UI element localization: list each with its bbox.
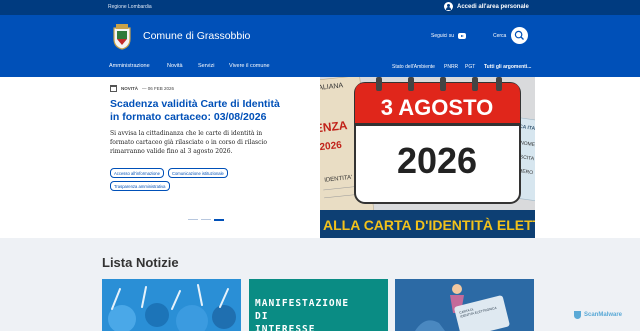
card2-line-1: MANIFESTAZIONE	[255, 298, 350, 309]
shield-icon	[574, 311, 581, 319]
news-card-2-text: MANIFESTAZIONE DI INTERESSE	[255, 297, 349, 331]
search-button[interactable]	[511, 27, 528, 44]
search-label: Cerca	[493, 33, 507, 39]
calendar-year: 2026	[397, 140, 477, 181]
nav-servizi[interactable]: Servizi	[198, 63, 215, 69]
site-header: Comune di Grassobbio Seguici su Cerca Am…	[0, 15, 640, 77]
youtube-icon[interactable]	[458, 33, 467, 39]
user-icon	[444, 2, 453, 11]
municipal-crest-icon[interactable]	[111, 22, 133, 50]
news-card-image	[102, 279, 241, 331]
news-card-image: CARTA DI IDENTITA ELETTRONICA	[395, 279, 534, 331]
card2-line-3: INTERESSE	[255, 324, 316, 331]
follow-label: Seguici su	[431, 33, 455, 39]
news-card[interactable]: CARTA DI IDENTITA ELETTRONICA	[395, 279, 534, 331]
hero-headline[interactable]: Scadenza validità Carte di Identità in f…	[110, 98, 280, 124]
news-date: — 06 FEB 2026	[142, 86, 175, 91]
nav-stato-ambiente[interactable]: Stato dell'Ambiente	[392, 64, 435, 70]
login-button[interactable]: Accedi all'area personale	[444, 2, 529, 11]
scanmalware-watermark: ScanMalware	[574, 311, 622, 319]
nav-vivere-il-comune[interactable]: Vivere il comune	[229, 63, 270, 69]
top-utility-bar: Regione Lombardia Accedi all'area person…	[0, 0, 640, 15]
login-label: Accedi all'area personale	[457, 3, 529, 10]
calendar-date-line: 3 AGOSTO	[381, 95, 493, 120]
search-icon	[514, 30, 524, 40]
news-card[interactable]: MANIFESTAZIONE DI INTERESSE	[249, 279, 388, 331]
nav-novita[interactable]: Novità	[167, 63, 183, 69]
news-tag: NOVITÀ	[121, 86, 139, 91]
nav-pnrr[interactable]: PNRR	[444, 64, 458, 70]
news-card[interactable]	[102, 279, 241, 331]
hero-image-banner: ALLA CARTA D'IDENTITÀ ELETTR	[323, 217, 535, 233]
chip-comunicazione-istituzionale[interactable]: Comunicazione istituzionale	[167, 168, 228, 178]
nav-all-topics[interactable]: Tutti gli argomenti...	[484, 64, 531, 70]
hero-summary: Si avvisa la cittadinanza che le carte d…	[110, 130, 268, 155]
carousel-dot[interactable]	[201, 219, 211, 220]
topic-chips: Accesso all'informazione Comunicazione i…	[110, 168, 260, 191]
carousel-dot-active[interactable]	[214, 219, 224, 221]
carousel-indicators	[188, 219, 224, 221]
region-link[interactable]: Regione Lombardia	[108, 4, 152, 10]
news-meta: NOVITÀ — 06 FEB 2026	[110, 85, 174, 92]
hero-image[interactable]: ITALIANA ENZA /2026 IDENTITA' CA ITA IGN…	[320, 77, 535, 238]
nav-pgt[interactable]: PGT	[465, 64, 475, 70]
card2-line-2: DI	[255, 311, 269, 322]
calendar-icon	[110, 85, 117, 92]
site-title[interactable]: Comune di Grassobbio	[143, 30, 250, 42]
watermark-text: ScanMalware	[584, 312, 623, 318]
chip-trasparenza-amministrativa[interactable]: Trasparenza amministrativa	[110, 181, 170, 191]
carousel-dot[interactable]	[188, 219, 198, 220]
news-list-title: Lista Notizie	[102, 255, 179, 270]
chip-accesso-informazione[interactable]: Accesso all'informazione	[110, 168, 164, 178]
nav-amministrazione[interactable]: Amministrazione	[109, 63, 150, 69]
social-follow: Seguici su	[431, 33, 467, 39]
